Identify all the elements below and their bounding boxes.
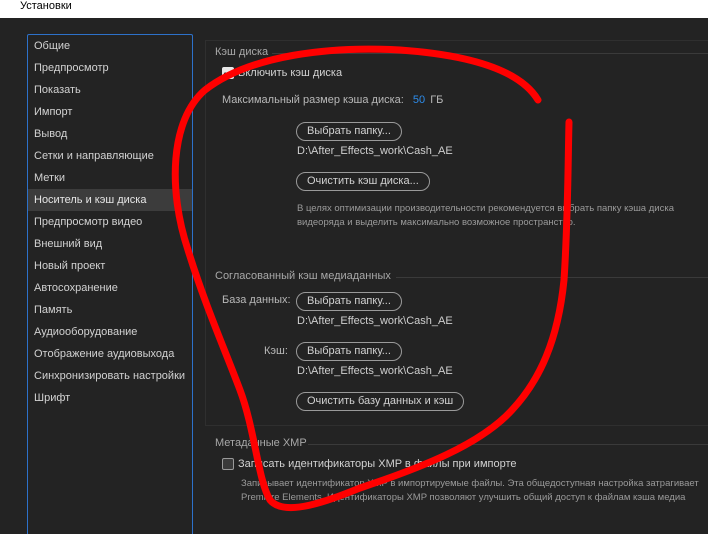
title-bar: Установки [0, 0, 708, 18]
sidebar-item-type[interactable]: Шрифт [28, 387, 192, 409]
preferences-sidebar: Общие Предпросмотр Показать Импорт Вывод… [27, 34, 193, 534]
sidebar-item-audio-hardware[interactable]: Аудиооборудование [28, 321, 192, 343]
choose-disk-cache-folder-button[interactable]: Выбрать папку... [296, 122, 402, 141]
max-disk-cache-size-value[interactable]: 50 [413, 94, 425, 106]
section-divider [272, 53, 708, 54]
sidebar-item-grids-guides[interactable]: Сетки и направляющие [28, 145, 192, 167]
enable-disk-cache-row[interactable]: Включить кэш диска [222, 67, 342, 79]
sidebar-item-output[interactable]: Вывод [28, 123, 192, 145]
xmp-note-line2: Premiere Elements. Идентификаторы XMP по… [241, 492, 686, 503]
media-cache-label: Кэш: [264, 345, 288, 357]
write-xmp-row[interactable]: Записать идентификаторы XMP в файлы при … [222, 458, 517, 470]
max-disk-cache-size-label: Максимальный размер кэша диска: [222, 94, 404, 106]
section-divider [308, 444, 708, 445]
sidebar-item-media-disk-cache[interactable]: Носитель и кэш диска [28, 189, 192, 211]
window-title: Установки [20, 0, 72, 12]
media-cache-database-path: D:\After_Effects_work\Cash_AE [297, 315, 453, 327]
media-cache-path: D:\After_Effects_work\Cash_AE [297, 365, 453, 377]
disk-cache-folder-path: D:\After_Effects_work\Cash_AE [297, 145, 453, 157]
disk-cache-section-title: Кэш диска [215, 46, 269, 58]
max-disk-cache-size-row: Максимальный размер кэша диска: 50 ГБ [222, 94, 443, 106]
sidebar-item-auto-save[interactable]: Автосохранение [28, 277, 192, 299]
xmp-note-line1: Записывает идентификатор XMP в импортиру… [241, 478, 699, 489]
sidebar-item-general[interactable]: Общие [28, 35, 192, 57]
sidebar-item-memory[interactable]: Память [28, 299, 192, 321]
write-xmp-checkbox[interactable] [222, 458, 234, 470]
clear-database-and-cache-button[interactable]: Очистить базу данных и кэш [296, 392, 465, 411]
disk-cache-note-line2: видеоряда и выделить максимально возможн… [297, 217, 576, 228]
write-xmp-label: Записать идентификаторы XMP в файлы при … [238, 458, 517, 470]
sidebar-item-sync-settings[interactable]: Синхронизировать настройки [28, 365, 192, 387]
sidebar-item-preview[interactable]: Предпросмотр [28, 57, 192, 79]
choose-database-folder-button[interactable]: Выбрать папку... [296, 292, 402, 311]
sidebar-item-labels[interactable]: Метки [28, 167, 192, 189]
media-cache-section-title: Согласованный кэш медиаданных [215, 270, 391, 282]
sidebar-item-appearance[interactable]: Внешний вид [28, 233, 192, 255]
enable-disk-cache-checkbox[interactable] [222, 67, 234, 79]
media-cache-database-label: База данных: [222, 294, 291, 306]
max-disk-cache-size-unit: ГБ [430, 94, 444, 106]
sidebar-item-new-project[interactable]: Новый проект [28, 255, 192, 277]
section-divider [396, 277, 708, 278]
enable-disk-cache-label: Включить кэш диска [238, 67, 343, 79]
disk-cache-note-line1: В целях оптимизации производительности р… [297, 203, 674, 214]
clear-disk-cache-button[interactable]: Очистить кэш диска... [296, 172, 430, 191]
xmp-section-title: Метаданные XMP [215, 437, 307, 449]
sidebar-item-video-preview[interactable]: Предпросмотр видео [28, 211, 192, 233]
sidebar-item-display[interactable]: Показать [28, 79, 192, 101]
sidebar-item-import[interactable]: Импорт [28, 101, 192, 123]
choose-media-cache-folder-button[interactable]: Выбрать папку... [296, 342, 402, 361]
sidebar-item-audio-output-mapping[interactable]: Отображение аудиовыхода [28, 343, 192, 365]
